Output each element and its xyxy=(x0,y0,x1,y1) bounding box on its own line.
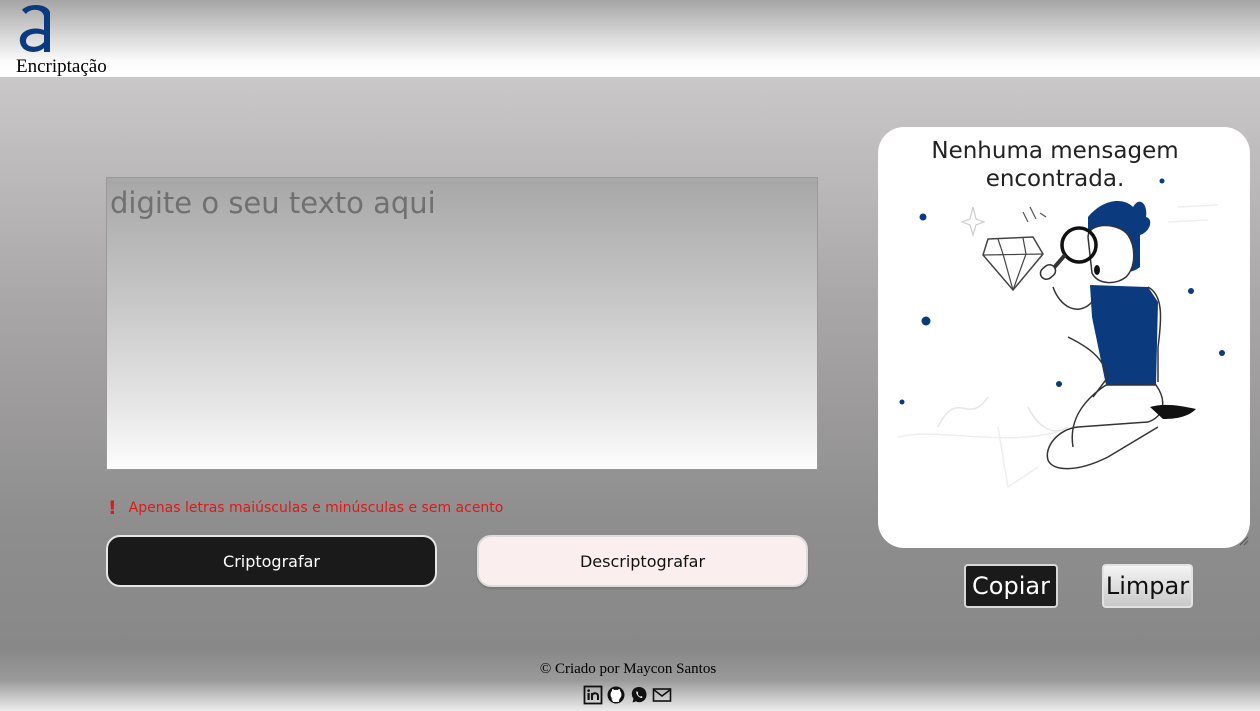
warning-text: Apenas letras maiúsculas e minúsculas e … xyxy=(128,500,504,516)
social-links xyxy=(583,685,672,705)
encrypt-button[interactable]: Criptografar xyxy=(106,535,437,587)
linkedin-icon[interactable] xyxy=(583,685,603,705)
clear-button[interactable]: Limpar xyxy=(1102,564,1193,608)
empty-message-title: Nenhuma mensagem encontrada. xyxy=(931,138,1179,192)
whatsapp-icon[interactable] xyxy=(629,685,649,705)
mail-icon[interactable] xyxy=(652,685,672,705)
input-warning: ! Apenas letras maiúsculas e minúsculas … xyxy=(108,497,503,519)
footer-credit: © Criado por Maycon Santos xyxy=(539,661,717,677)
decrypt-button[interactable]: Descriptografar xyxy=(477,535,808,587)
message-input[interactable] xyxy=(106,177,818,470)
header: Encriptação xyxy=(0,0,1260,77)
output-panel: Nenhuma mensagem encontrada. xyxy=(878,127,1250,548)
brand-title: Encriptação xyxy=(16,56,107,77)
exclamation-icon: ! xyxy=(108,497,117,519)
copy-button[interactable]: Copiar xyxy=(964,564,1058,608)
github-icon[interactable] xyxy=(606,685,626,705)
logo-icon[interactable] xyxy=(16,2,56,54)
